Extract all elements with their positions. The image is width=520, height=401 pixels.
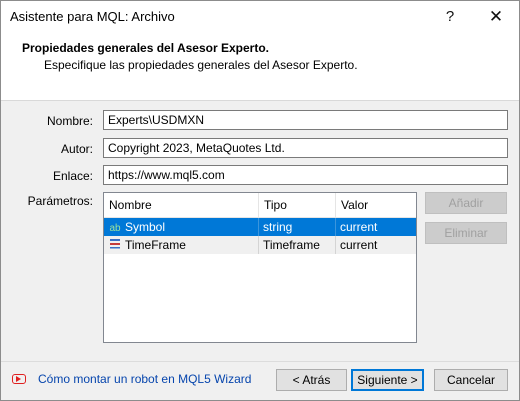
- table-row[interactable]: ab Symbol string current: [104, 218, 416, 236]
- close-button[interactable]: ✕: [473, 1, 519, 32]
- param-type-cell: string: [259, 218, 336, 236]
- author-label: Autor:: [60, 142, 93, 156]
- name-label: Nombre:: [46, 114, 93, 128]
- table-row[interactable]: TimeFrame Timeframe current: [104, 236, 416, 254]
- wizard-header: Propiedades generales del Asesor Experto…: [1, 32, 519, 101]
- table-header: Nombre Tipo Valor: [104, 193, 416, 218]
- add-button[interactable]: Añadir: [425, 192, 507, 214]
- remove-button[interactable]: Eliminar: [425, 222, 507, 244]
- author-field[interactable]: Copyright 2023, MetaQuotes Ltd.: [103, 138, 508, 158]
- enum-param-icon: [108, 238, 122, 254]
- name-field[interactable]: Experts\USDMXN: [103, 110, 508, 130]
- next-button[interactable]: Siguiente >: [351, 369, 424, 391]
- column-header-type[interactable]: Tipo: [259, 193, 336, 217]
- param-value-cell[interactable]: current: [336, 236, 416, 254]
- column-header-value[interactable]: Valor: [336, 193, 416, 217]
- column-header-name[interactable]: Nombre: [104, 193, 259, 217]
- back-button[interactable]: < Atrás: [276, 369, 347, 391]
- page-title: Propiedades generales del Asesor Experto…: [22, 41, 269, 55]
- param-name-cell: ab Symbol: [104, 218, 259, 236]
- window-title: Asistente para MQL: Archivo: [10, 9, 175, 24]
- param-name: TimeFrame: [125, 238, 186, 252]
- param-value-cell[interactable]: current: [336, 218, 416, 236]
- param-name-cell: TimeFrame: [104, 236, 259, 254]
- youtube-play-icon[interactable]: [12, 374, 26, 384]
- param-type-cell: Timeframe: [259, 236, 336, 254]
- help-video-link[interactable]: Cómo montar un robot en MQL5 Wizard: [38, 372, 251, 386]
- wizard-window: Asistente para MQL: Archivo ? ✕ Propieda…: [0, 0, 520, 401]
- help-button[interactable]: ?: [427, 1, 473, 32]
- title-bar: Asistente para MQL: Archivo ? ✕: [1, 1, 519, 32]
- link-field[interactable]: https://www.mql5.com: [103, 165, 508, 185]
- string-param-icon: ab: [109, 223, 121, 234]
- parameters-label: Parámetros:: [27, 194, 93, 208]
- cancel-button[interactable]: Cancelar: [434, 369, 508, 391]
- footer-divider: [1, 361, 519, 362]
- param-name: Symbol: [125, 220, 166, 234]
- page-subtitle: Especifique las propiedades generales de…: [44, 58, 358, 72]
- link-label: Enlace:: [52, 169, 93, 183]
- parameters-table[interactable]: Nombre Tipo Valor ab Symbol string curren…: [103, 192, 417, 343]
